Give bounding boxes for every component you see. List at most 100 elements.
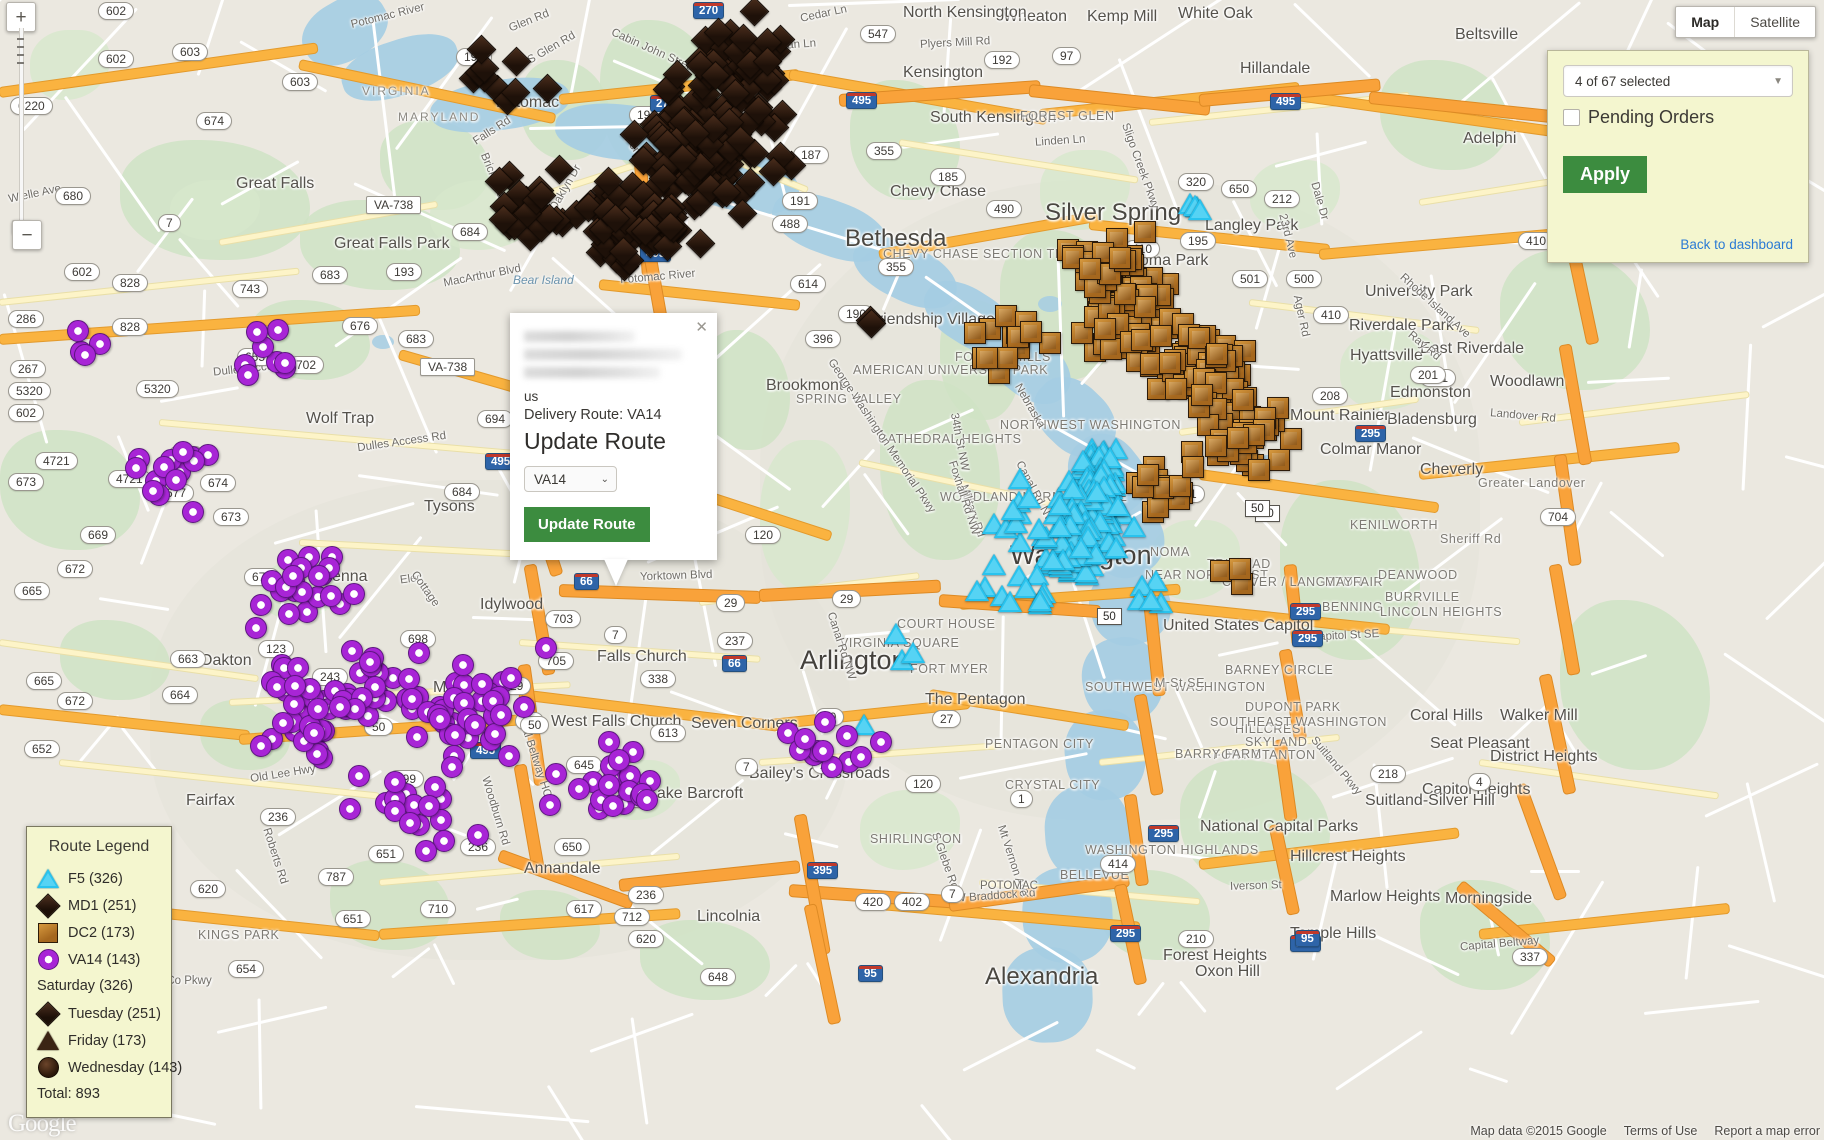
map-marker-va14[interactable] <box>452 654 474 676</box>
map-marker-f5[interactable] <box>1028 590 1052 611</box>
map-marker-f5[interactable] <box>965 580 989 601</box>
map-marker-dc2[interactable] <box>1134 296 1156 318</box>
map-marker-va14[interactable] <box>598 774 620 796</box>
map-marker-dc2[interactable] <box>1150 325 1172 347</box>
map-marker-va14[interactable] <box>408 642 430 664</box>
map-marker-va14[interactable] <box>568 778 590 800</box>
map-marker-va14[interactable] <box>399 812 421 834</box>
map-marker-va14[interactable] <box>406 726 428 748</box>
map-marker-va14[interactable] <box>484 723 506 745</box>
zoom-slider-track[interactable] <box>19 28 24 228</box>
map-marker-dc2[interactable] <box>1147 496 1169 518</box>
map-marker-f5[interactable] <box>884 623 908 644</box>
map-marker-dc2[interactable] <box>1248 459 1270 481</box>
apply-button[interactable]: Apply <box>1563 156 1648 193</box>
map-marker-va14[interactable] <box>498 745 520 767</box>
map-marker-va14[interactable] <box>794 728 816 750</box>
update-route-button[interactable]: Update Route <box>524 507 650 542</box>
map-marker-dc2[interactable] <box>1039 332 1061 354</box>
map-marker-va14[interactable] <box>836 725 858 747</box>
pending-orders-checkbox[interactable] <box>1563 109 1580 126</box>
map-marker-va14[interactable] <box>467 824 489 846</box>
map-type-toggle[interactable]: Map Satellite <box>1675 6 1816 38</box>
back-to-dashboard-link[interactable]: Back to dashboard <box>1680 237 1793 252</box>
map-marker-va14[interactable] <box>237 364 259 386</box>
map-marker-va14[interactable] <box>343 583 365 605</box>
map-marker-dc2[interactable] <box>1191 384 1213 406</box>
map-marker-va14[interactable] <box>418 795 440 817</box>
map-marker-va14[interactable] <box>329 696 351 718</box>
map-marker-dc2[interactable] <box>1165 378 1187 400</box>
map-marker-va14[interactable] <box>359 651 381 673</box>
map-marker-va14[interactable] <box>74 344 96 366</box>
map-marker-va14[interactable] <box>165 469 187 491</box>
map-marker-va14[interactable] <box>142 480 164 502</box>
map-marker-va14[interactable] <box>814 711 836 733</box>
map-marker-va14[interactable] <box>608 749 630 771</box>
report-map-error-link[interactable]: Report a map error <box>1714 1124 1820 1138</box>
map-marker-va14[interactable] <box>182 501 204 523</box>
map-marker-va14[interactable] <box>320 585 342 607</box>
map-type-map-button[interactable]: Map <box>1676 7 1734 37</box>
map-marker-va14[interactable] <box>539 794 561 816</box>
map-marker-va14[interactable] <box>384 771 406 793</box>
map-marker-va14[interactable] <box>850 746 872 768</box>
map-marker-dc2[interactable] <box>1079 258 1101 280</box>
map-marker-va14[interactable] <box>870 731 892 753</box>
map-marker-va14[interactable] <box>429 708 451 730</box>
map-marker-dc2[interactable] <box>976 347 998 369</box>
map-marker-dc2[interactable] <box>1114 283 1136 305</box>
map-marker-dc2[interactable] <box>1229 558 1251 580</box>
map-marker-dc2[interactable] <box>1020 321 1042 343</box>
map-marker-va14[interactable] <box>278 603 300 625</box>
map-marker-va14[interactable] <box>125 457 147 479</box>
map-marker-dc2[interactable] <box>1227 427 1249 449</box>
map-marker-va14[interactable] <box>307 698 329 720</box>
map-marker-f5[interactable] <box>1008 468 1032 489</box>
map-marker-va14[interactable] <box>415 840 437 862</box>
map-marker-dc2[interactable] <box>1137 464 1159 486</box>
map-marker-dc2[interactable] <box>1109 247 1131 269</box>
map-marker-dc2[interactable] <box>1094 318 1116 340</box>
map-marker-f5[interactable] <box>901 642 925 663</box>
map-marker-f5[interactable] <box>1048 516 1072 537</box>
map-marker-f5[interactable] <box>1017 487 1041 508</box>
map-marker-dc2[interactable] <box>1232 389 1254 411</box>
terms-of-use-link[interactable]: Terms of Use <box>1624 1124 1698 1138</box>
map-marker-f5[interactable] <box>998 591 1022 612</box>
map-marker-f5[interactable] <box>982 554 1006 575</box>
map-marker-dc2[interactable] <box>1100 338 1122 360</box>
route-select-dropdown[interactable]: VA14 ⌄ <box>524 466 617 492</box>
map-marker-f5[interactable] <box>1188 199 1212 220</box>
map-marker-f5[interactable] <box>1085 481 1109 502</box>
map-marker-va14[interactable] <box>172 441 194 463</box>
map-marker-va14[interactable] <box>339 798 361 820</box>
map-marker-dc2[interactable] <box>1268 449 1290 471</box>
map-marker-va14[interactable] <box>303 722 325 744</box>
map-marker-va14[interactable] <box>636 789 658 811</box>
map-marker-f5[interactable] <box>1048 494 1072 515</box>
map-marker-va14[interactable] <box>246 321 268 343</box>
map-marker-va14[interactable] <box>545 763 567 785</box>
map-marker-dc2[interactable] <box>1182 456 1204 478</box>
map-marker-va14[interactable] <box>272 712 294 734</box>
map-marker-va14[interactable] <box>308 565 330 587</box>
map-marker-va14[interactable] <box>535 637 557 659</box>
map-marker-va14[interactable] <box>282 565 304 587</box>
map-marker-f5[interactable] <box>1069 537 1093 558</box>
pending-orders-row[interactable]: Pending Orders <box>1563 107 1793 128</box>
map-marker-dc2[interactable] <box>1205 435 1227 457</box>
map-marker-va14[interactable] <box>250 735 272 757</box>
map-zoom-control[interactable]: + − <box>6 2 42 250</box>
map-marker-va14[interactable] <box>441 756 463 778</box>
map-info-popup[interactable]: ✕ us Delivery Route: VA14 Update Route V… <box>510 313 717 560</box>
map-marker-va14[interactable] <box>513 696 535 718</box>
close-icon[interactable]: ✕ <box>695 320 708 335</box>
map-marker-dc2[interactable] <box>1134 221 1156 243</box>
filter-panel[interactable]: 4 of 67 selected ▼ Pending Orders Apply … <box>1547 50 1809 263</box>
map-marker-dc2[interactable] <box>1169 475 1191 497</box>
map-marker-dc2[interactable] <box>995 305 1017 327</box>
map-marker-va14[interactable] <box>67 320 89 342</box>
map-type-satellite-button[interactable]: Satellite <box>1735 7 1815 37</box>
map-marker-va14[interactable] <box>490 704 512 726</box>
